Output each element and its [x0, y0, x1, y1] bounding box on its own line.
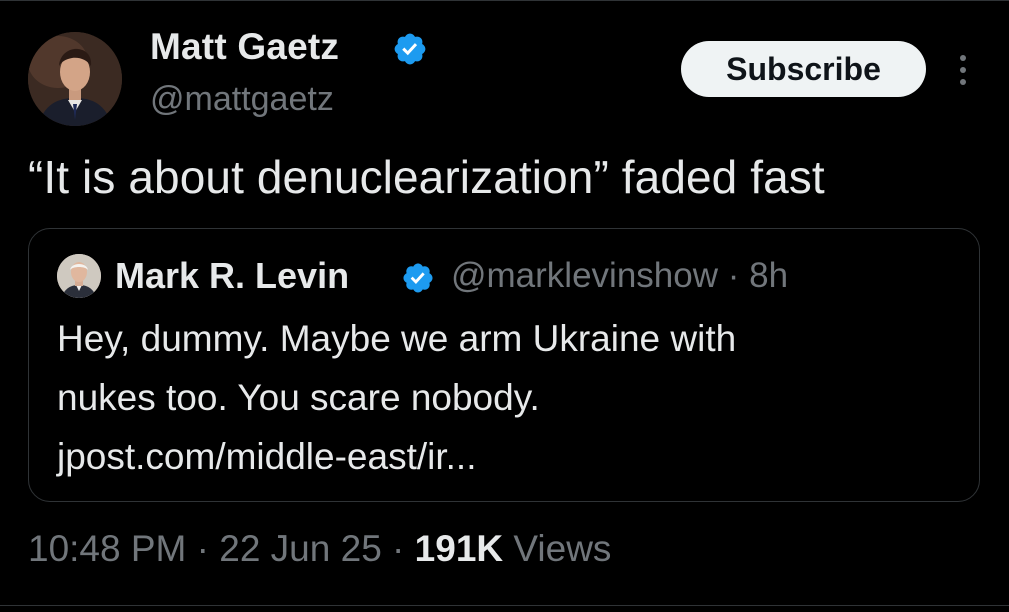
quoted-tweet-text-line: nukes too. You scare nobody.: [57, 377, 540, 418]
tweet-detail: Matt Gaetz @mattgaetz Subscribe “It is a…: [0, 0, 1009, 612]
quoted-author-display-name[interactable]: Mark R. Levin: [115, 255, 349, 297]
subscribe-button[interactable]: Subscribe: [681, 41, 926, 97]
author-handle[interactable]: @mattgaetz: [150, 80, 334, 119]
quoted-tweet-card[interactable]: Mark R. Levin @marklevinshow · 8h Hey, d…: [28, 228, 980, 502]
tweet-meta: 10:48 PM · 22 Jun 25 · 191K Views: [28, 528, 611, 570]
quoted-author-handle-time[interactable]: @marklevinshow · 8h: [451, 256, 788, 296]
author-avatar[interactable]: [28, 32, 122, 126]
top-divider: [0, 0, 1009, 1]
tweet-timestamp[interactable]: 10:48 PM · 22 Jun 25 ·: [28, 528, 415, 569]
more-vertical-icon[interactable]: [950, 50, 976, 90]
author-display-name[interactable]: Matt Gaetz: [150, 26, 339, 68]
views-label: Views: [503, 528, 612, 569]
verified-badge-icon: [394, 33, 426, 65]
bottom-divider: [0, 605, 1009, 606]
tweet-text: “It is about denuclearization” faded fas…: [28, 151, 825, 203]
views-count: 191K: [414, 528, 504, 569]
quoted-verified-badge-icon: [403, 263, 433, 293]
quoted-tweet-text-line: Hey, dummy. Maybe we arm Ukraine with: [57, 318, 737, 359]
quoted-tweet-link[interactable]: jpost.com/middle-east/ir...: [57, 436, 476, 478]
quoted-author-avatar-image: [57, 254, 101, 298]
author-avatar-image: [28, 32, 122, 126]
quoted-author-avatar[interactable]: [57, 254, 101, 298]
